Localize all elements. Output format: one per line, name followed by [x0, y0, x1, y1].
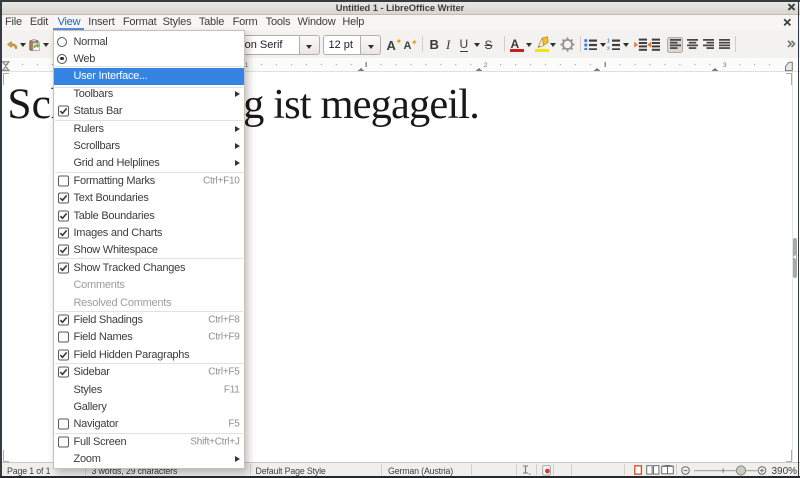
svg-text:3: 3 [723, 62, 727, 69]
svg-text:1: 1 [245, 62, 249, 69]
svg-text:2: 2 [484, 62, 488, 69]
